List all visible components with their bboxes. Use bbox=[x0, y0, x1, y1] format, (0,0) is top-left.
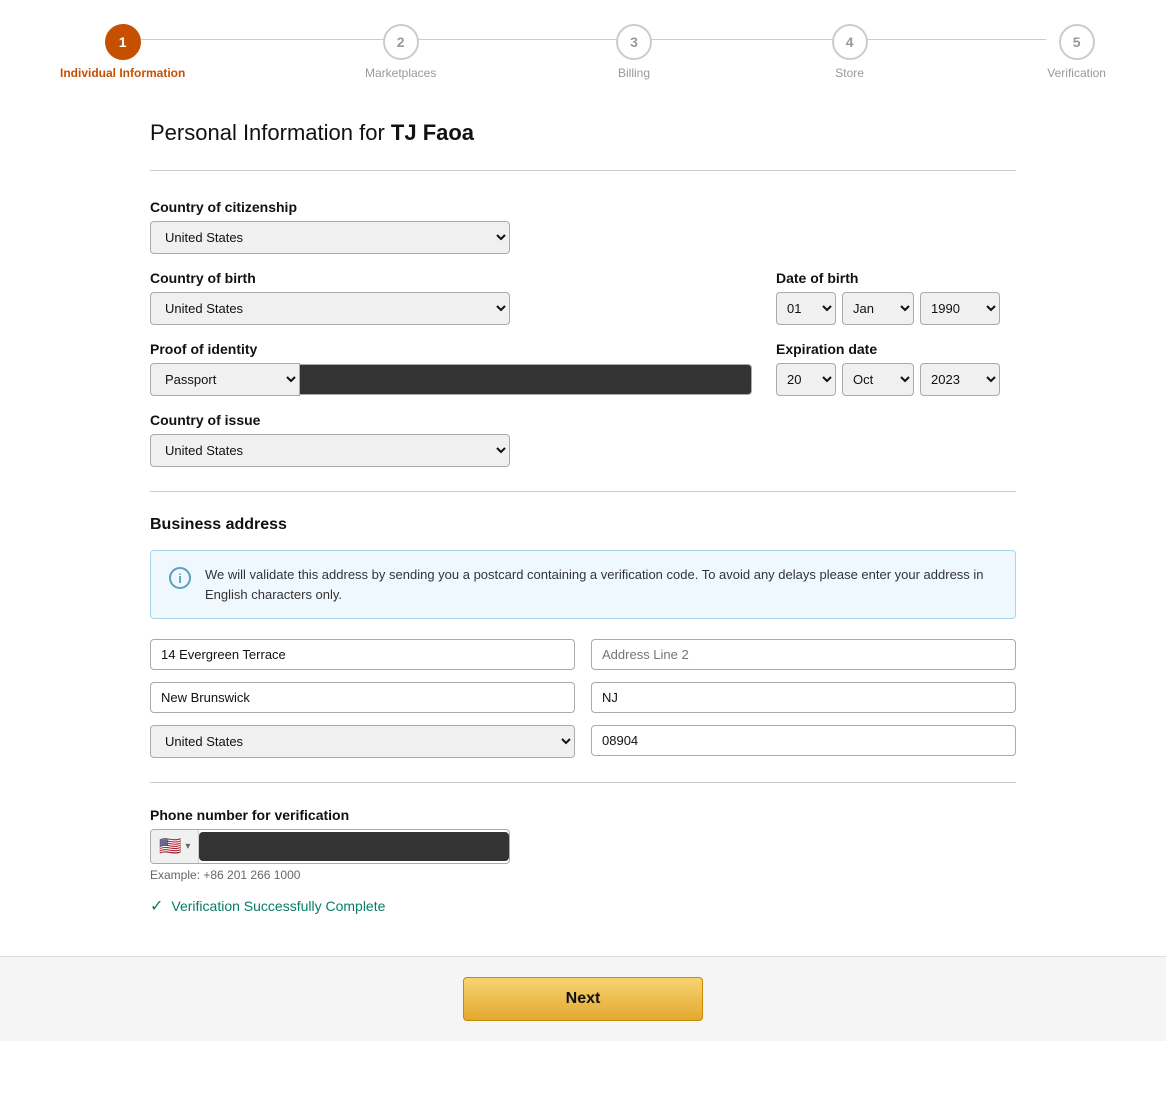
address-line1-row bbox=[150, 639, 1016, 670]
section-divider-1 bbox=[150, 491, 1016, 492]
step-3-circle: 3 bbox=[616, 24, 652, 60]
next-button[interactable]: Next bbox=[463, 977, 703, 1021]
step-5: 5 Verification bbox=[1047, 24, 1106, 80]
title-divider bbox=[150, 170, 1016, 171]
step-2: 2 Marketplaces bbox=[365, 24, 436, 80]
state-col bbox=[591, 682, 1016, 713]
dob-month-select[interactable]: Jan bbox=[842, 292, 914, 325]
info-icon: i bbox=[169, 567, 191, 589]
proof-col: Proof of identity Passport bbox=[150, 341, 752, 396]
step-4: 4 Store bbox=[832, 24, 868, 80]
step-1-label: Individual Information bbox=[60, 66, 185, 80]
section-divider-2 bbox=[150, 782, 1016, 783]
flag-dropdown-arrow: ▾ bbox=[185, 841, 190, 852]
dob-label: Date of birth bbox=[776, 270, 1016, 286]
phone-section: Phone number for verification 🇺🇸 ▾ Examp… bbox=[150, 807, 1016, 916]
proof-type-select[interactable]: Passport bbox=[150, 363, 300, 396]
phone-example: Example: +86 201 266 1000 bbox=[150, 868, 1016, 882]
phone-number-input[interactable] bbox=[199, 832, 509, 861]
step-2-label: Marketplaces bbox=[365, 66, 436, 80]
address-line2-input[interactable] bbox=[591, 639, 1016, 670]
birth-section: Country of birth United States Date of b… bbox=[150, 270, 1016, 325]
bottom-bar: Next bbox=[0, 956, 1166, 1041]
citizenship-label: Country of citizenship bbox=[150, 199, 1016, 215]
phone-input-row: 🇺🇸 ▾ bbox=[150, 829, 510, 864]
verification-success: ✓ Verification Successfully Complete bbox=[150, 896, 1016, 916]
step-5-label: Verification bbox=[1047, 66, 1106, 80]
issue-country-select[interactable]: United States bbox=[150, 434, 510, 467]
step-4-circle: 4 bbox=[832, 24, 868, 60]
dob-group: 01 Jan 1990 bbox=[776, 292, 1016, 325]
exp-day-select[interactable]: 20 bbox=[776, 363, 836, 396]
address-header: Business address bbox=[150, 516, 1016, 534]
step-2-circle: 2 bbox=[383, 24, 419, 60]
step-4-label: Store bbox=[835, 66, 864, 80]
step-1: 1 Individual Information bbox=[60, 24, 185, 80]
step-5-circle: 5 bbox=[1059, 24, 1095, 60]
check-icon: ✓ bbox=[150, 896, 163, 916]
state-input[interactable] bbox=[591, 682, 1016, 713]
phone-flag-button[interactable]: 🇺🇸 ▾ bbox=[151, 830, 199, 863]
step-3: 3 Billing bbox=[616, 24, 652, 80]
issue-label: Country of issue bbox=[150, 412, 1016, 428]
step-1-circle: 1 bbox=[105, 24, 141, 60]
verification-text: Verification Successfully Complete bbox=[171, 898, 385, 914]
country-birth-col: Country of birth United States bbox=[150, 270, 752, 325]
exp-year-select[interactable]: 2023 bbox=[920, 363, 1000, 396]
phone-label: Phone number for verification bbox=[150, 807, 1016, 823]
zip-input[interactable] bbox=[591, 725, 1016, 756]
birth-country-label: Country of birth bbox=[150, 270, 752, 286]
main-content: Personal Information for TJ Faoa Country… bbox=[0, 80, 1166, 956]
zip-col bbox=[591, 725, 1016, 758]
proof-row: Passport bbox=[150, 363, 752, 396]
page-title: Personal Information for TJ Faoa bbox=[150, 120, 1016, 146]
birth-country-select[interactable]: United States bbox=[150, 292, 510, 325]
expiration-label: Expiration date bbox=[776, 341, 1016, 357]
expiration-group: 20 Oct 2023 bbox=[776, 363, 1016, 396]
address-info-text: We will validate this address by sending… bbox=[205, 565, 997, 604]
address-country-select[interactable]: United States bbox=[150, 725, 575, 758]
dob-year-select[interactable]: 1990 bbox=[920, 292, 1000, 325]
progress-bar: 1 Individual Information 2 Marketplaces … bbox=[0, 0, 1166, 80]
address-info-box: i We will validate this address by sendi… bbox=[150, 550, 1016, 619]
proof-section: Proof of identity Passport Expiration da… bbox=[150, 341, 1016, 396]
citizenship-section: Country of citizenship United States bbox=[150, 199, 1016, 254]
proof-label: Proof of identity bbox=[150, 341, 752, 357]
address-line1-col bbox=[150, 639, 575, 670]
flag-emoji: 🇺🇸 bbox=[159, 836, 181, 857]
address-line2-col bbox=[591, 639, 1016, 670]
step-3-label: Billing bbox=[618, 66, 650, 80]
issue-section: Country of issue United States bbox=[150, 412, 1016, 467]
exp-month-select[interactable]: Oct bbox=[842, 363, 914, 396]
expiration-col: Expiration date 20 Oct 2023 bbox=[776, 341, 1016, 396]
address-country-row: United States bbox=[150, 725, 1016, 758]
dob-col: Date of birth 01 Jan 1990 bbox=[776, 270, 1016, 325]
address-section: Business address i We will validate this… bbox=[150, 516, 1016, 758]
city-input[interactable] bbox=[150, 682, 575, 713]
address-line1-input[interactable] bbox=[150, 639, 575, 670]
dob-day-select[interactable]: 01 bbox=[776, 292, 836, 325]
address-country-col: United States bbox=[150, 725, 575, 758]
address-city-row bbox=[150, 682, 1016, 713]
citizenship-select[interactable]: United States bbox=[150, 221, 510, 254]
city-col bbox=[150, 682, 575, 713]
proof-number-input[interactable] bbox=[300, 364, 752, 395]
